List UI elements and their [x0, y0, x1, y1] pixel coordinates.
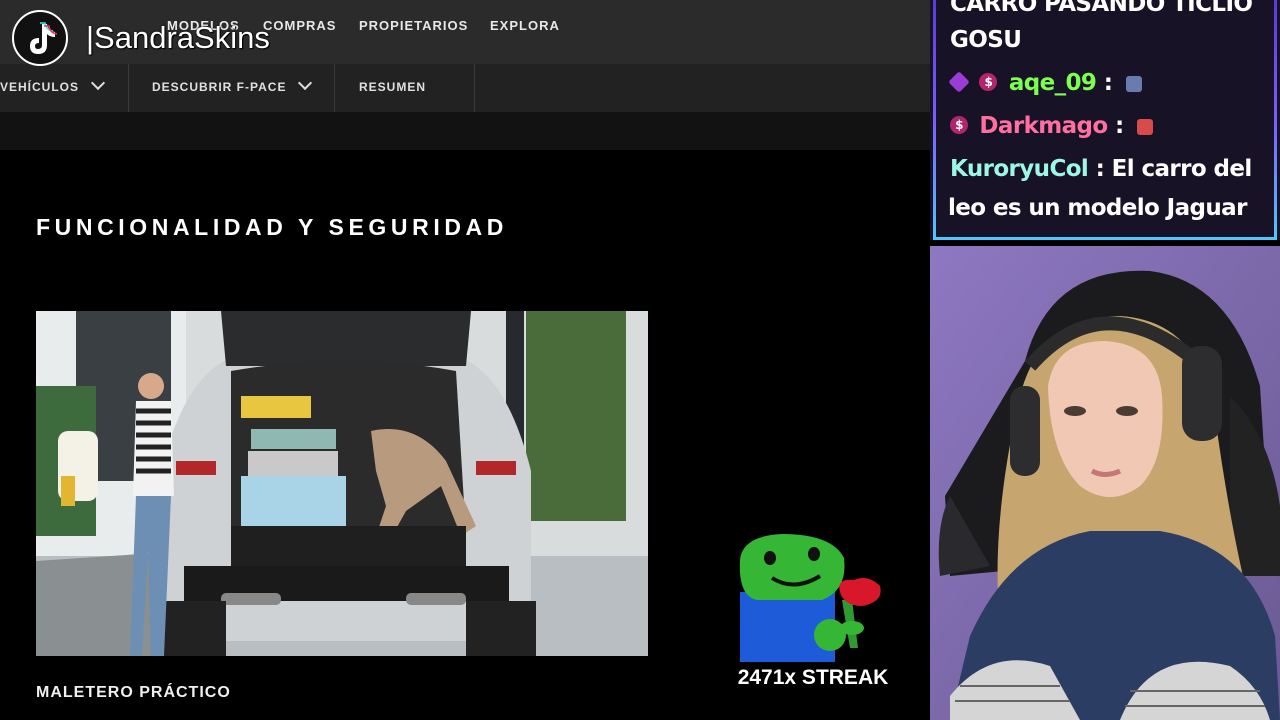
- chat-message: leo es un modelo Jaguar: [948, 195, 1247, 221]
- tiktok-note-icon: [30, 22, 58, 54]
- streak-count: 2471x STREAK: [737, 666, 889, 689]
- chevron-down-icon: [90, 75, 106, 91]
- streamer-webcam: [930, 246, 1280, 720]
- chat-message: GOSU: [950, 27, 1022, 53]
- chat-message: $ aqe_09 :: [948, 70, 1142, 96]
- subnav-vehiculos-label: VEHÍCULOS: [0, 80, 80, 94]
- subnav-shadow-band: [0, 112, 930, 150]
- section-heading: FUNCIONALIDAD Y SEGURIDAD: [36, 214, 508, 240]
- nav-propietarios[interactable]: PROPIETARIOS: [359, 18, 468, 33]
- emote-icon: [1125, 75, 1142, 92]
- nav-compras[interactable]: COMPRAS: [263, 18, 336, 33]
- streamer-handle: |SandraSkins: [86, 20, 270, 55]
- chat-separator: :: [1103, 70, 1113, 96]
- sub-navigation: VEHÍCULOS DESCUBRIR F-PACE RESUMEN: [0, 64, 930, 112]
- nav-explora[interactable]: EXPLORA: [490, 18, 560, 33]
- tiktok-logo-icon: [12, 10, 68, 66]
- feature-caption: MALETERO PRÁCTICO: [36, 684, 231, 701]
- chat-separator: :: [1095, 156, 1105, 182]
- chat-text: El carro del: [1111, 156, 1253, 182]
- subnav-resumen[interactable]: RESUMEN: [359, 64, 426, 112]
- webcam-illustration: [930, 246, 1280, 720]
- photo-illustration: [36, 311, 648, 656]
- chat-username[interactable]: Darkmago: [979, 113, 1108, 139]
- chat-text: leo es un modelo Jaguar: [948, 195, 1247, 221]
- subnav-descubrir-label: DESCUBRIR F-PACE: [152, 80, 287, 94]
- sub-badge-icon: $: [950, 115, 968, 134]
- f-pace-trunk-photo: [36, 311, 648, 656]
- sub-badge-icon: $: [979, 72, 998, 91]
- chat-text: CARRO PASANDO TICLIO: [950, 0, 1253, 17]
- chat-message: CARRO PASANDO TICLIO: [950, 0, 1253, 17]
- chat-message: $ Darkmago :: [950, 113, 1154, 139]
- streak-sticker: 2471x STREAK: [732, 530, 897, 700]
- subnav-resumen-label: RESUMEN: [359, 80, 427, 94]
- subnav-vehiculos[interactable]: VEHÍCULOS: [0, 64, 106, 112]
- jaguar-logo[interactable]: [0, 14, 10, 32]
- emote-icon: [1137, 118, 1154, 135]
- chat-message: KuroryuCol : El carro del: [950, 156, 1252, 182]
- frog-rose-icon: [739, 534, 881, 662]
- chevron-down-icon: [298, 75, 313, 91]
- chat-username[interactable]: KuroryuCol: [950, 156, 1089, 182]
- cube-badge-icon: [948, 70, 970, 93]
- divider: [474, 64, 475, 112]
- chat-username[interactable]: aqe_09: [1009, 70, 1097, 96]
- divider: [128, 64, 129, 112]
- subnav-descubrir-f-pace[interactable]: DESCUBRIR F-PACE: [152, 64, 313, 112]
- chat-text: GOSU: [950, 27, 1022, 53]
- divider: [334, 64, 335, 112]
- chat-separator: :: [1115, 113, 1124, 139]
